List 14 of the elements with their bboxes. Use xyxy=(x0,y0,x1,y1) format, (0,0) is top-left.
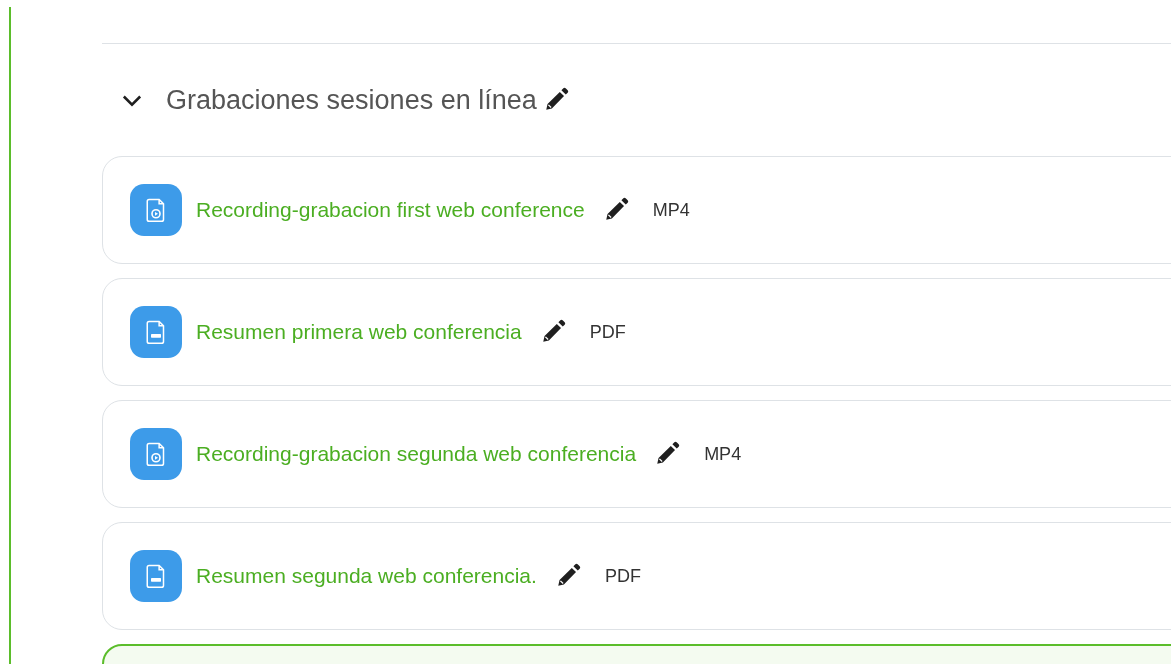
video-file-icon xyxy=(130,184,182,236)
edit-icon[interactable] xyxy=(654,441,681,467)
activity-link[interactable]: Resumen segunda web conferencia. xyxy=(196,560,537,592)
video-file-icon xyxy=(130,428,182,480)
activity-link[interactable]: Resumen primera web conferencia xyxy=(196,316,522,348)
pdf-file-icon xyxy=(130,306,182,358)
file-type-label: MP4 xyxy=(704,442,742,466)
activity-link[interactable]: Recording-grabacion first web conference xyxy=(196,194,585,226)
file-type-label: PDF xyxy=(604,564,641,588)
file-type-label: MP4 xyxy=(652,198,690,222)
pdf-file-icon xyxy=(130,550,182,602)
section-title: Grabaciones sesiones en línea xyxy=(166,83,537,117)
activity-link[interactable]: Recording-grabacion segunda web conferencia xyxy=(196,438,637,470)
file-type-label: PDF xyxy=(589,320,626,344)
